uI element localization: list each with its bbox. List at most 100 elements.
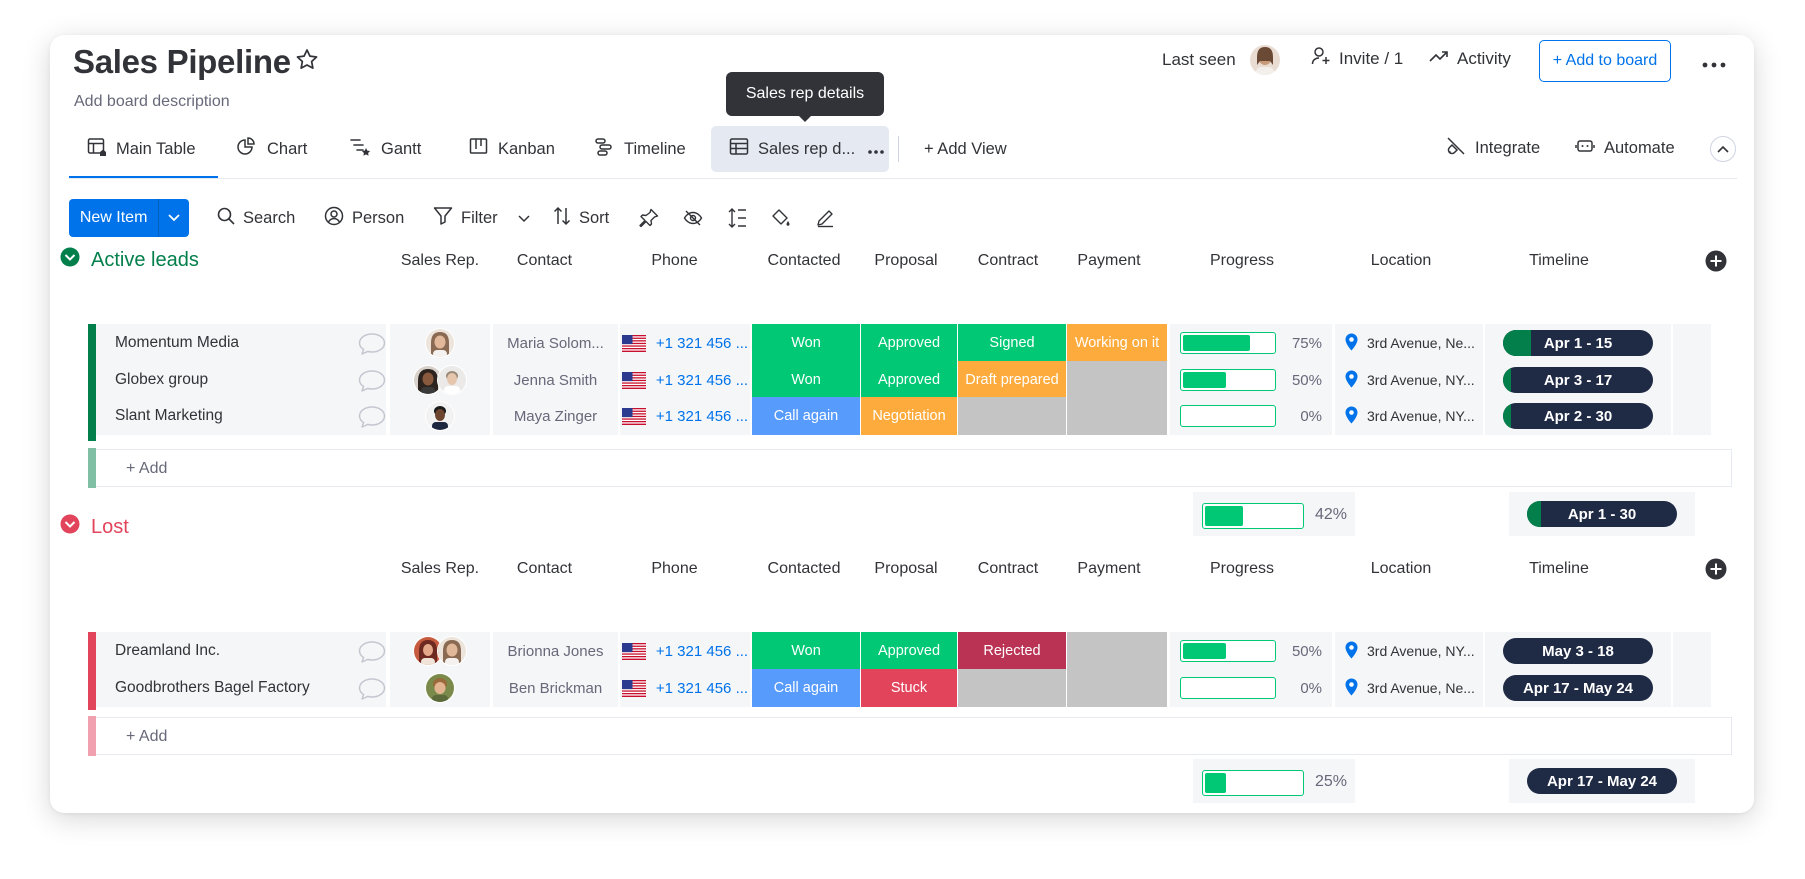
timeline-cell[interactable]: Apr 17 - May 24: [1485, 669, 1671, 707]
status-proposal[interactable]: Approved: [861, 632, 958, 670]
sales-rep-cell[interactable]: [390, 669, 490, 707]
person-filter-button[interactable]: Person: [324, 206, 404, 231]
location-cell[interactable]: 3rd Avenue, Ne...: [1335, 324, 1483, 362]
tab-timeline[interactable]: Timeline: [595, 126, 686, 172]
status-payment[interactable]: [1067, 397, 1168, 435]
item-name[interactable]: Globex group: [115, 371, 208, 389]
status-contacted[interactable]: Won: [752, 324, 861, 362]
col-header-timeline[interactable]: Timeline: [1479, 560, 1639, 578]
tab-kanban[interactable]: Kanban: [469, 126, 555, 172]
contact-cell[interactable]: Maria Solom...: [493, 324, 618, 362]
timeline-summary-pill[interactable]: Apr 17 - May 24: [1527, 768, 1677, 794]
pencil-edit-icon[interactable]: [815, 208, 835, 233]
new-item-label[interactable]: New Item: [69, 199, 158, 237]
col-header-location[interactable]: Location: [1326, 560, 1476, 578]
add-column-icon[interactable]: [1705, 558, 1727, 585]
col-header-contacted[interactable]: Contacted: [750, 252, 858, 270]
status-contract[interactable]: [958, 669, 1067, 707]
phone-cell[interactable]: +1 321 456 ...: [620, 397, 750, 435]
status-proposal[interactable]: Approved: [861, 324, 958, 362]
phone-cell[interactable]: +1 321 456 ...: [620, 632, 750, 670]
add-item-label[interactable]: + Add: [126, 460, 167, 478]
phone-cell[interactable]: +1 321 456 ...: [620, 361, 750, 399]
phone-number[interactable]: +1 321 456 ...: [656, 335, 748, 352]
comment-bubble-icon[interactable]: [357, 369, 387, 398]
automate-button[interactable]: Automate: [1575, 125, 1675, 171]
contact-cell[interactable]: Brionna Jones: [493, 632, 618, 670]
location-cell[interactable]: 3rd Avenue, NY...: [1335, 397, 1483, 435]
status-contacted[interactable]: Call again: [752, 397, 861, 435]
col-header-payment[interactable]: Payment: [1059, 560, 1159, 578]
contact-cell[interactable]: Ben Brickman: [493, 669, 618, 707]
col-header-sales-rep[interactable]: Sales Rep.: [390, 560, 490, 578]
sales-rep-cell[interactable]: [390, 397, 490, 435]
timeline-pill[interactable]: May 3 - 18: [1503, 638, 1653, 664]
add-item-row[interactable]: + Add: [96, 449, 1732, 487]
comment-bubble-icon[interactable]: [357, 640, 387, 669]
phone-number[interactable]: +1 321 456 ...: [656, 408, 748, 425]
add-item-row[interactable]: + Add: [96, 717, 1732, 755]
status-payment[interactable]: [1067, 632, 1168, 670]
tab-sales-rep-details[interactable]: Sales rep d...: [729, 126, 885, 172]
location-cell[interactable]: 3rd Avenue, Ne...: [1335, 669, 1483, 707]
invite-button[interactable]: Invite / 1: [1311, 46, 1403, 71]
item-name-cell[interactable]: Momentum Media: [96, 324, 386, 362]
more-options-icon[interactable]: [1702, 55, 1726, 73]
filter-button[interactable]: Filter: [433, 206, 530, 231]
avatar[interactable]: [437, 636, 467, 666]
group-title[interactable]: Lost: [91, 516, 129, 539]
status-contract[interactable]: Rejected: [958, 632, 1067, 670]
avatar[interactable]: [437, 365, 467, 395]
comment-bubble-icon[interactable]: [357, 405, 387, 434]
add-item-label[interactable]: + Add: [126, 728, 167, 746]
timeline-pill[interactable]: Apr 1 - 15: [1503, 330, 1653, 356]
col-header-progress[interactable]: Progress: [1160, 252, 1324, 270]
row-height-icon[interactable]: [727, 207, 747, 234]
col-header-contact[interactable]: Contact: [493, 560, 596, 578]
new-item-button[interactable]: New Item: [69, 199, 189, 237]
phone-number[interactable]: +1 321 456 ...: [656, 680, 748, 697]
timeline-cell[interactable]: Apr 3 - 17: [1485, 361, 1671, 399]
col-header-contact[interactable]: Contact: [493, 252, 596, 270]
hide-eye-icon[interactable]: [683, 208, 703, 233]
col-header-contract[interactable]: Contract: [953, 252, 1063, 270]
avatar[interactable]: [425, 673, 455, 703]
col-header-phone[interactable]: Phone: [623, 252, 726, 270]
item-name-cell[interactable]: Dreamland Inc.: [96, 632, 386, 670]
status-contract[interactable]: Signed: [958, 324, 1067, 362]
sales-rep-cell[interactable]: [390, 632, 490, 670]
activity-button[interactable]: Activity: [1429, 46, 1511, 71]
item-name[interactable]: Dreamland Inc.: [115, 642, 220, 660]
item-name-cell[interactable]: Goodbrothers Bagel Factory: [96, 669, 386, 707]
timeline-cell[interactable]: May 3 - 18: [1485, 632, 1671, 670]
col-header-phone[interactable]: Phone: [623, 560, 726, 578]
chevron-down-icon[interactable]: [518, 209, 530, 228]
group-collapse-icon[interactable]: [60, 514, 80, 540]
pin-icon[interactable]: [639, 208, 659, 233]
phone-number[interactable]: +1 321 456 ...: [656, 372, 748, 389]
tab-gantt[interactable]: Gantt: [350, 126, 421, 172]
phone-cell[interactable]: +1 321 456 ...: [620, 324, 750, 362]
location-cell[interactable]: 3rd Avenue, NY...: [1335, 361, 1483, 399]
timeline-pill[interactable]: Apr 2 - 30: [1503, 403, 1653, 429]
col-header-payment[interactable]: Payment: [1059, 252, 1159, 270]
col-header-proposal[interactable]: Proposal: [858, 560, 954, 578]
contact-cell[interactable]: Jenna Smith: [493, 361, 618, 399]
col-header-timeline[interactable]: Timeline: [1479, 252, 1639, 270]
col-header-sales-rep[interactable]: Sales Rep.: [390, 252, 490, 270]
integrate-button[interactable]: Integrate: [1446, 125, 1540, 171]
contact-cell[interactable]: Maya Zinger: [493, 397, 618, 435]
timeline-summary-pill[interactable]: Apr 1 - 30: [1527, 501, 1677, 527]
tab-options-icon[interactable]: [868, 140, 885, 159]
add-to-board-button[interactable]: + Add to board: [1539, 40, 1671, 82]
phone-cell[interactable]: +1 321 456 ...: [620, 669, 750, 707]
avatar[interactable]: [425, 401, 455, 431]
status-contract[interactable]: [958, 397, 1067, 435]
new-item-dropdown[interactable]: [158, 199, 189, 237]
timeline-cell[interactable]: Apr 2 - 30: [1485, 397, 1671, 435]
item-name-cell[interactable]: Globex group: [96, 361, 386, 399]
avatar[interactable]: [425, 328, 455, 358]
status-payment[interactable]: Working on it: [1067, 324, 1168, 362]
status-proposal[interactable]: Approved: [861, 361, 958, 399]
item-name[interactable]: Slant Marketing: [115, 407, 223, 425]
